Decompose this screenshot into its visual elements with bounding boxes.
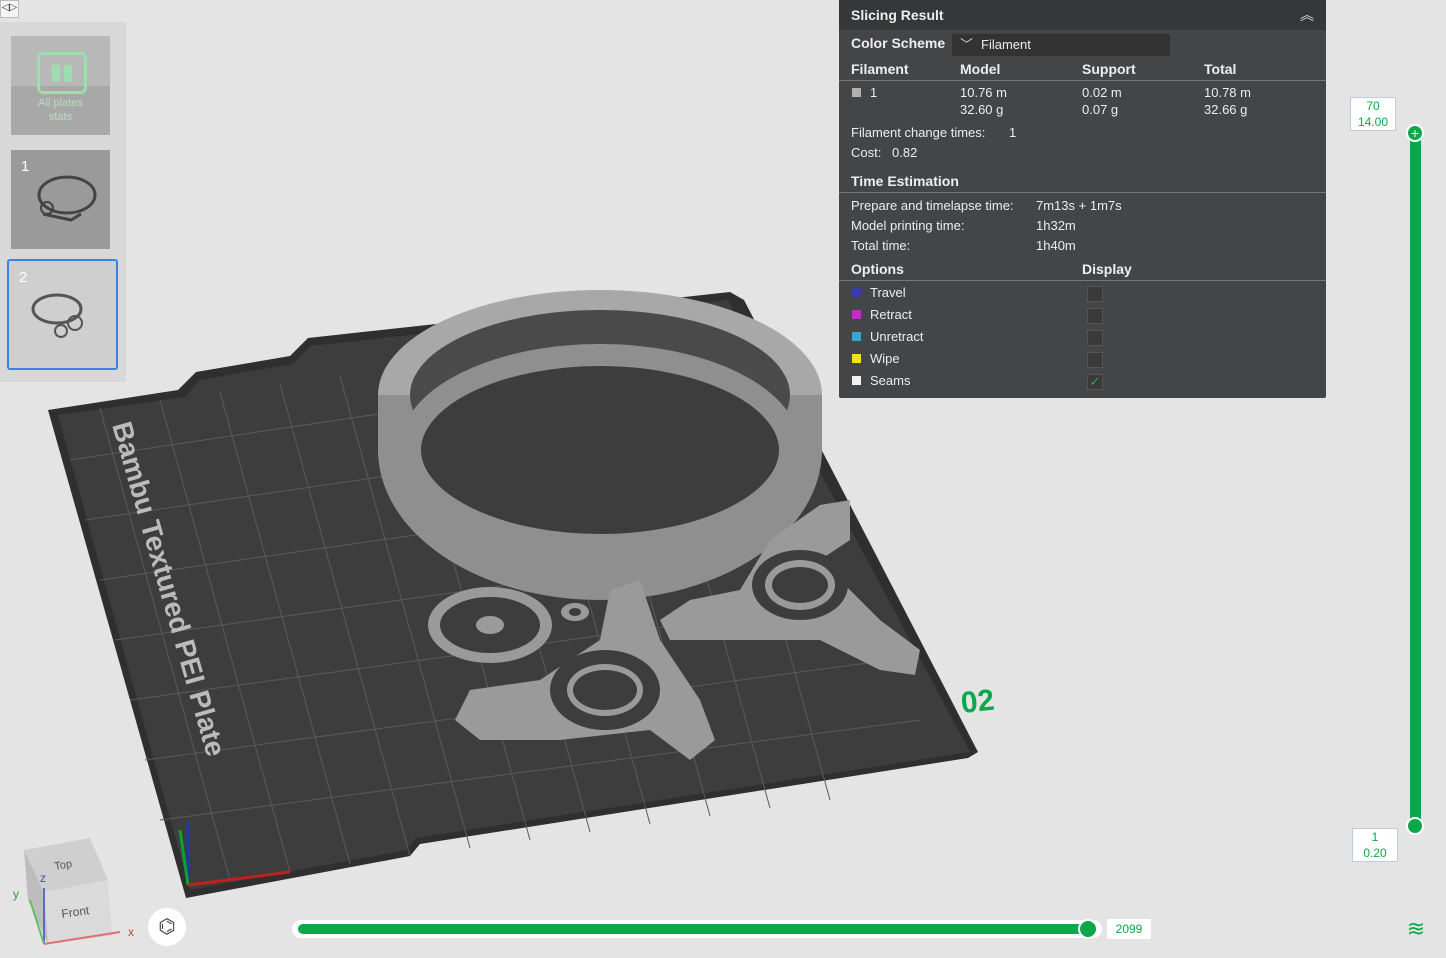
- slicing-result-panel: Slicing Result ︽ Color Scheme ﹀ Filament …: [839, 0, 1326, 398]
- option-color-swatch: [852, 310, 861, 319]
- layers-icon[interactable]: ≋: [1404, 917, 1428, 941]
- model-weight: 32.60 g: [960, 102, 1004, 117]
- layer-slider-track[interactable]: [1410, 130, 1421, 828]
- plate-thumb-all-label: All plates stats: [11, 96, 110, 124]
- layer-bottom-readout: 1 0.20: [1352, 828, 1398, 862]
- svg-text:z: z: [40, 871, 46, 885]
- bottom-layer-number: 1: [1371, 830, 1379, 844]
- plate-thumb-all[interactable]: ▮▮ All plates stats: [11, 36, 110, 135]
- all-plates-label-2: stats: [48, 111, 73, 123]
- model-time-value: 1h32m: [1036, 218, 1076, 233]
- divider: [839, 80, 1326, 81]
- top-layer-number: 70: [1366, 99, 1380, 113]
- total-time-label: Total time:: [851, 238, 911, 253]
- total-weight: 32.66 g: [1204, 102, 1248, 117]
- option-label-travel: Travel: [870, 285, 906, 300]
- option-color-swatch: [852, 376, 861, 385]
- total-time-value: 1h40m: [1036, 238, 1076, 253]
- color-scheme-value: Filament: [981, 37, 1031, 52]
- cost-value: 0.82: [892, 145, 918, 160]
- filament-change-value: 1: [1009, 125, 1017, 140]
- option-checkbox-wipe[interactable]: [1087, 352, 1103, 368]
- option-color-swatch: [852, 288, 861, 297]
- option-color-swatch: [852, 354, 861, 363]
- total-length: 10.78 m: [1204, 85, 1251, 100]
- layer-slider-bottom-handle[interactable]: [1406, 817, 1424, 835]
- col-filament: Filament: [851, 61, 909, 77]
- cost-label: Cost:: [851, 145, 882, 160]
- slicing-result-title: Slicing Result: [851, 7, 944, 23]
- plate-number: 2: [19, 269, 28, 286]
- divider: [839, 192, 1326, 193]
- svg-text:y: y: [13, 887, 19, 901]
- bottom-layer-height: 0.20: [1363, 846, 1387, 860]
- reset-view-button[interactable]: ⌬: [148, 908, 186, 946]
- option-label-unretract: Unretract: [870, 329, 924, 344]
- plate-thumb-1[interactable]: 1: [11, 150, 110, 249]
- top-layer-height: 14.00: [1357, 115, 1389, 129]
- time-estimation-title: Time Estimation: [851, 173, 959, 189]
- option-checkbox-travel[interactable]: [1087, 286, 1103, 302]
- support-length: 0.02 m: [1082, 85, 1122, 100]
- col-model: Model: [960, 61, 1001, 77]
- color-scheme-label: Color Scheme: [851, 35, 946, 51]
- layer-top-readout: 70 14.00: [1350, 97, 1396, 131]
- option-checkbox-seams[interactable]: ✓: [1087, 374, 1103, 390]
- model-length: 10.76 m: [960, 85, 1007, 100]
- support-weight: 0.07 g: [1082, 102, 1119, 117]
- all-plates-label-1: All plates: [38, 97, 83, 109]
- option-checkbox-retract[interactable]: [1087, 308, 1103, 324]
- slicing-result-header[interactable]: Slicing Result ︽: [839, 0, 1326, 30]
- plate-number-label: 02: [959, 684, 996, 720]
- move-slider-track[interactable]: [298, 924, 1088, 934]
- col-support: Support: [1082, 61, 1136, 77]
- svg-text:x: x: [128, 925, 134, 939]
- option-label-wipe: Wipe: [870, 351, 900, 366]
- plate-list: ▮▮ All plates stats 1 2: [0, 22, 126, 382]
- collapse-chevron-icon[interactable]: ︽: [1300, 5, 1314, 25]
- display-title: Display: [1082, 261, 1132, 277]
- plate-number: 1: [21, 158, 30, 175]
- prepare-time-value: 7m13s + 1m7s: [1036, 198, 1122, 213]
- filament-id: 1: [870, 85, 878, 100]
- option-color-swatch: [852, 332, 861, 341]
- option-checkbox-unretract[interactable]: [1087, 330, 1103, 346]
- stats-icon: ▮▮: [37, 52, 87, 94]
- options-title: Options: [851, 261, 904, 277]
- filament-color-swatch: [852, 88, 861, 97]
- option-label-seams: Seams: [870, 373, 911, 388]
- layer-slider-top-handle[interactable]: +: [1406, 124, 1424, 142]
- model-time-label: Model printing time:: [851, 218, 965, 233]
- move-slider-value: 2099: [1107, 919, 1151, 939]
- sidebar-toggle-button[interactable]: ◁▷: [0, 0, 19, 18]
- view-cube[interactable]: Top Front x y z: [13, 838, 134, 945]
- col-total: Total: [1204, 61, 1237, 77]
- ring-gear-model: [378, 290, 822, 600]
- plate-thumb-2[interactable]: 2: [7, 259, 118, 370]
- color-scheme-select[interactable]: ﹀ Filament: [952, 34, 1170, 56]
- filament-change-label: Filament change times:: [851, 125, 986, 140]
- option-label-retract: Retract: [870, 307, 912, 322]
- move-slider-handle[interactable]: [1078, 919, 1098, 939]
- chevron-down-icon: ﹀: [960, 37, 974, 52]
- divider: [839, 280, 1326, 281]
- prepare-time-label: Prepare and timelapse time:: [851, 198, 1014, 213]
